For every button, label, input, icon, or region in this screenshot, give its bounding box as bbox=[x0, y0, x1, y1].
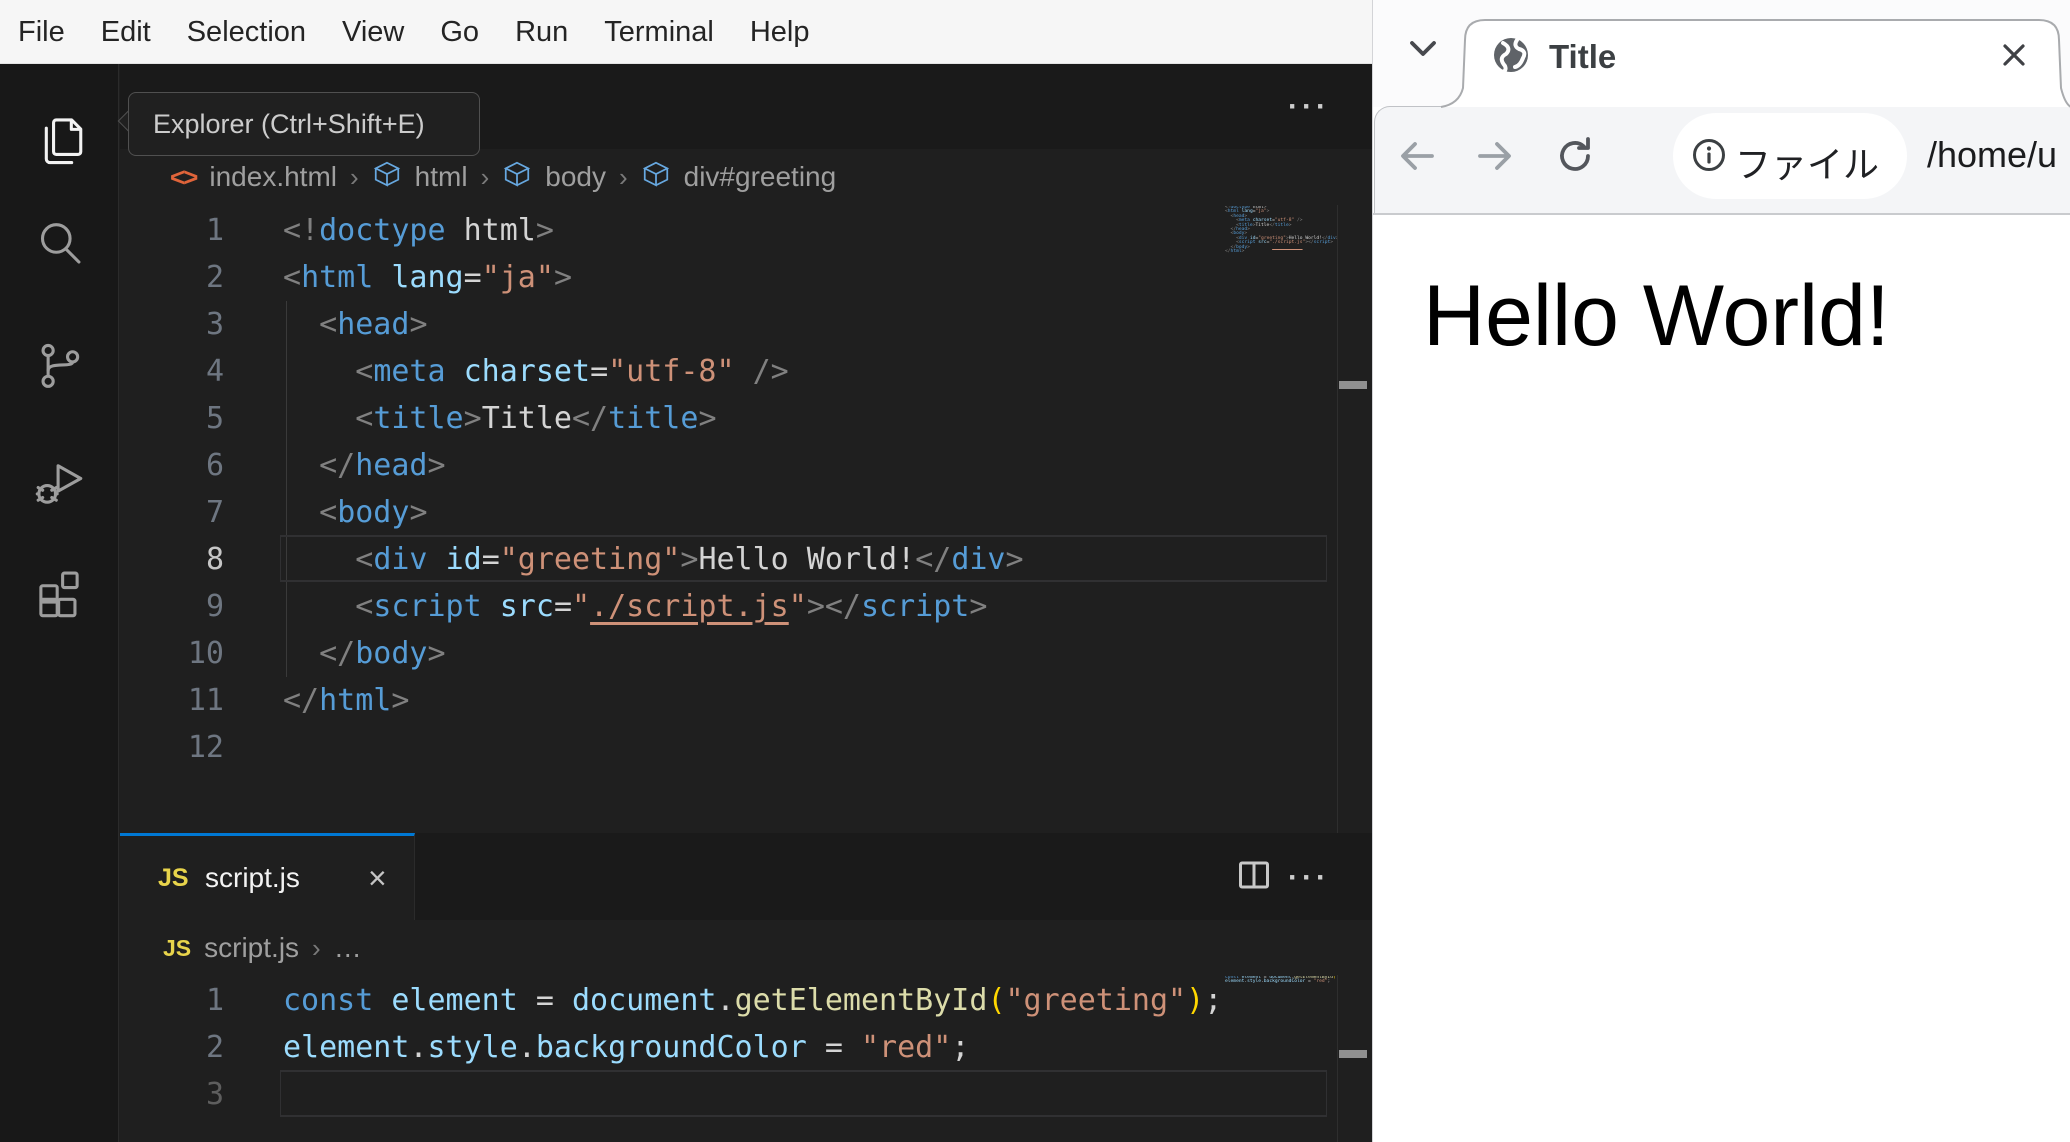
bottom-editor-more-actions-icon[interactable]: ··· bbox=[1288, 862, 1330, 893]
reload-button[interactable] bbox=[1552, 133, 1598, 179]
line-number: 8 bbox=[205, 541, 224, 577]
file-scheme-chip: ファイル bbox=[1735, 145, 1880, 186]
greeting-banner: Hello World! bbox=[1423, 268, 1890, 364]
minimap[interactable]: const element = document.getElementById(… bbox=[1225, 976, 1337, 993]
browser-window: Title ファイル /home/u Hello World! bbox=[1372, 0, 2070, 1142]
menu-go[interactable]: Go bbox=[422, 0, 497, 64]
code-line: </head> bbox=[319, 447, 446, 483]
bottom-editor-tab-bar: JS script.js × ··· bbox=[120, 833, 1372, 920]
line-number: 1 bbox=[205, 212, 224, 248]
code-line: <body> bbox=[319, 494, 428, 530]
forward-button[interactable] bbox=[1472, 133, 1518, 179]
menu-help[interactable]: Help bbox=[732, 0, 828, 64]
code-line: <head> bbox=[319, 306, 428, 342]
breadcrumb-separator: › bbox=[618, 161, 628, 192]
line-number: 9 bbox=[205, 588, 224, 624]
breadcrumb-separator: › bbox=[312, 932, 321, 963]
run-debug-icon[interactable] bbox=[28, 452, 90, 514]
menu-selection[interactable]: Selection bbox=[169, 0, 324, 64]
search-icon[interactable] bbox=[28, 212, 90, 274]
code-line: const element = document.getElementById(… bbox=[283, 982, 1223, 1018]
line-number: 1 bbox=[205, 982, 224, 1018]
extensions-icon[interactable] bbox=[28, 562, 90, 624]
line-number: 3 bbox=[205, 306, 224, 342]
menu-edit[interactable]: Edit bbox=[83, 0, 169, 64]
breadcrumb-separator: › bbox=[480, 161, 490, 192]
tab-list-chevron-down-icon[interactable] bbox=[1407, 38, 1439, 60]
symbol-cube-icon bbox=[641, 159, 671, 196]
line-number: 2 bbox=[205, 1029, 224, 1065]
code-line: <meta charset="utf-8" /> bbox=[355, 353, 789, 389]
explorer-tooltip: Explorer (Ctrl+Shift+E) bbox=[128, 92, 480, 156]
back-button[interactable] bbox=[1394, 133, 1440, 179]
breadcrumb-separator: › bbox=[350, 161, 359, 192]
code-line: <script src="./script.js"></script> bbox=[355, 588, 988, 624]
tab-script-js[interactable]: JS script.js × bbox=[120, 833, 415, 920]
scrollbar-cursor-marker[interactable] bbox=[1339, 1050, 1367, 1058]
code-line: </body> bbox=[319, 635, 446, 671]
code-line: </html> bbox=[1225, 249, 1245, 254]
js-file-icon: JS bbox=[163, 934, 192, 961]
tab-close-icon[interactable]: × bbox=[368, 860, 387, 897]
breadcrumb-html[interactable]: html bbox=[415, 161, 468, 193]
breadcrumb-ellipsis[interactable]: … bbox=[334, 932, 362, 964]
html-editor[interactable]: 1 <!doctype html> 2 <html lang="ja"> 3 <head… bbox=[120, 205, 1372, 833]
url-text[interactable]: /home/u bbox=[1927, 134, 2057, 176]
menu-view[interactable]: View bbox=[324, 0, 422, 64]
overview-ruler bbox=[1337, 205, 1338, 833]
code-line: <div id="greeting">Hello World!</div> bbox=[355, 541, 1024, 577]
line-number: 7 bbox=[205, 494, 224, 530]
breadcrumb: JS script.js › … bbox=[120, 920, 1220, 976]
tooltip-text: Explorer (Ctrl+Shift+E) bbox=[153, 108, 425, 139]
code-line: element.style.backgroundColor = "red"; bbox=[283, 1029, 970, 1065]
editor-area: ··· <> index.html › html › body › div#gr… bbox=[120, 64, 1372, 1142]
browser-tab[interactable] bbox=[1373, 0, 2070, 110]
line-number: 10 bbox=[187, 635, 224, 671]
code-line: <title>Title</title> bbox=[355, 400, 717, 436]
js-editor[interactable]: 1 const element = document.getElementById… bbox=[120, 975, 1372, 1142]
browser-viewport: Hello World! bbox=[1373, 215, 2070, 1142]
line-number: 4 bbox=[205, 353, 224, 389]
code-line: <!doctype html> bbox=[283, 212, 554, 248]
js-file-icon: JS bbox=[158, 864, 189, 892]
breadcrumb-file[interactable]: script.js bbox=[204, 932, 299, 964]
line-number: 3 bbox=[205, 1076, 224, 1112]
activity-bar bbox=[0, 64, 119, 1142]
info-icon[interactable] bbox=[1691, 137, 1727, 173]
symbol-cube-icon bbox=[372, 159, 402, 196]
browser-tab-close-icon[interactable] bbox=[2000, 41, 2028, 69]
split-editor-icon[interactable] bbox=[1236, 857, 1272, 898]
explorer-icon[interactable] bbox=[28, 108, 90, 170]
menu-terminal[interactable]: Terminal bbox=[586, 0, 732, 64]
line-number: 11 bbox=[187, 682, 224, 718]
symbol-cube-icon bbox=[502, 159, 532, 196]
overview-ruler bbox=[1337, 975, 1338, 1142]
globe-favicon bbox=[1494, 38, 1528, 74]
code-line: </html> bbox=[283, 682, 410, 718]
line-number: 2 bbox=[205, 259, 224, 295]
breadcrumb-file[interactable]: index.html bbox=[209, 161, 337, 193]
code-line: element.style.backgroundColor = "red"; bbox=[1225, 979, 1331, 985]
menu-file[interactable]: File bbox=[0, 0, 83, 64]
current-line-highlight bbox=[280, 1069, 1327, 1117]
vscode-window: File Edit Selection View Go Run Terminal Help bbox=[0, 0, 1372, 1142]
tab-label: script.js bbox=[205, 862, 300, 893]
line-number: 6 bbox=[205, 447, 224, 483]
menu-run[interactable]: Run bbox=[497, 0, 586, 64]
browser-tab-title: Title bbox=[1549, 38, 1617, 75]
source-control-icon[interactable] bbox=[28, 334, 90, 396]
breadcrumb-body[interactable]: body bbox=[545, 161, 606, 193]
scrollbar-cursor-marker[interactable] bbox=[1339, 381, 1367, 389]
breadcrumb-div-greeting[interactable]: div#greeting bbox=[684, 161, 837, 193]
breadcrumb: <> index.html › html › body › div#greeti… bbox=[120, 149, 1220, 205]
html-file-icon: <> bbox=[170, 161, 198, 192]
menu-bar: File Edit Selection View Go Run Terminal Help bbox=[0, 0, 1372, 64]
line-number: 5 bbox=[205, 400, 224, 436]
code-line: <html lang="ja"> bbox=[283, 259, 572, 295]
line-number: 12 bbox=[187, 729, 224, 765]
minimap[interactable]: <!doctype html> <html lang="ja"> <head> <… bbox=[1225, 206, 1337, 263]
top-editor-more-actions-icon[interactable]: ··· bbox=[1288, 92, 1330, 122]
